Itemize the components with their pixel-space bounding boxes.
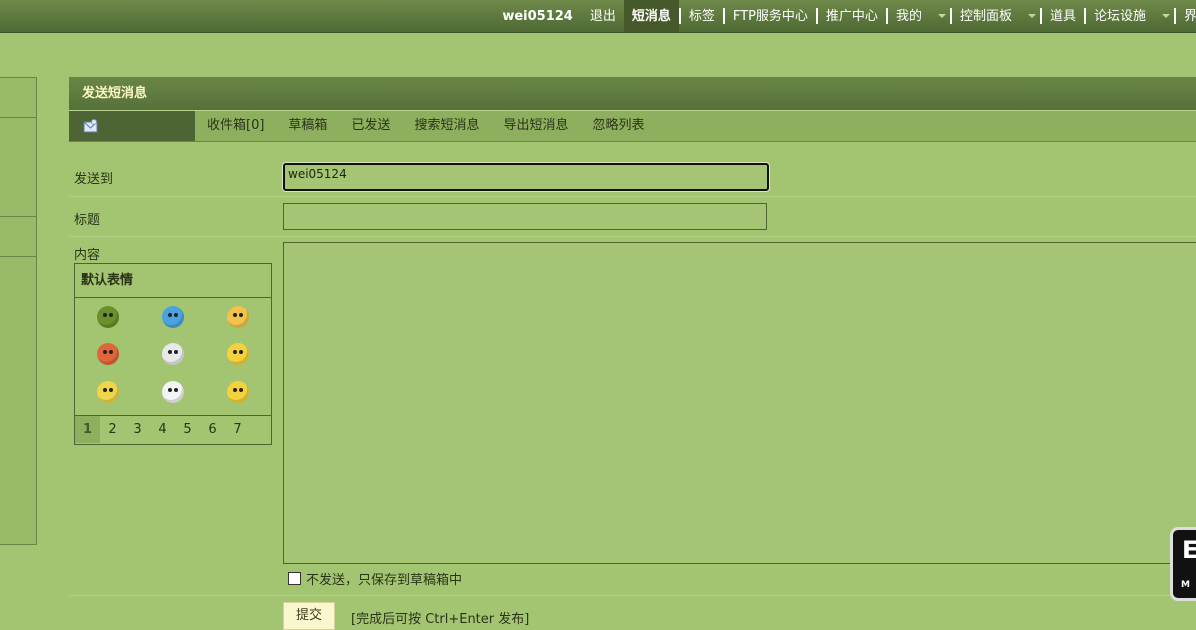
floating-widget[interactable]: E M — [1170, 527, 1196, 601]
floating-widget-letter: E — [1182, 536, 1196, 564]
smiley-panel-title: 默认表情 — [75, 264, 271, 298]
subject-label: 标题 — [74, 213, 101, 228]
content-label: 内容 — [74, 248, 101, 263]
recipient-input[interactable]: wei05124 — [283, 163, 769, 191]
tab-ignore-list[interactable]: 忽略列表 — [580, 111, 656, 141]
thumbs-up-smiley-icon[interactable] — [227, 306, 250, 328]
chevron-down-icon[interactable] — [1162, 14, 1170, 18]
draft-checkbox-row: 不发送，只保存到草稿箱中 — [288, 569, 462, 588]
sidebar-item[interactable] — [0, 217, 36, 257]
panel-title: 发送短消息 — [69, 77, 1196, 110]
smiley-grid — [75, 298, 271, 416]
mine-menu[interactable]: 我的 — [888, 0, 950, 32]
chevron-down-icon[interactable] — [1027, 14, 1036, 18]
messages-link[interactable]: 短消息 — [623, 0, 679, 32]
logout-link[interactable]: 退出 — [582, 0, 624, 32]
message-content-textarea[interactable] — [283, 242, 1196, 564]
submit-hint: [完成后可按 Ctrl+Enter 发布] — [351, 612, 530, 627]
sunglasses-smiley-icon[interactable] — [227, 343, 250, 366]
tags-link[interactable]: 标签 — [681, 0, 723, 32]
forum-settings-menu[interactable]: 论坛设施 — [1086, 0, 1174, 32]
save-draft-label: 不发送，只保存到草稿箱中 — [306, 573, 463, 588]
recipient-row: 发送到 wei05124 — [69, 141, 1196, 197]
top-nav-links: wei05124 退出 短消息 标签 FTP服务中心 推广中心 我的 控制面板 … — [493, 0, 1196, 32]
control-panel-menu[interactable]: 控制面板 — [952, 0, 1040, 32]
envelope-icon — [83, 119, 98, 133]
angry-face-smiley-icon[interactable] — [96, 343, 119, 366]
smiley-page-3[interactable]: 3 — [125, 416, 150, 443]
username-link[interactable]: wei05124 — [493, 9, 582, 24]
tab-export[interactable]: 导出短消息 — [491, 111, 580, 141]
submit-row: 提交 [完成后可按 Ctrl+Enter 发布] — [69, 595, 1196, 630]
smiley-page-2[interactable]: 2 — [100, 416, 125, 443]
smiley-page-1[interactable]: 1 — [75, 416, 100, 443]
recipient-label: 发送到 — [74, 172, 114, 187]
smiley-page-5[interactable]: 5 — [175, 416, 200, 443]
tab-sent[interactable]: 已发送 — [339, 111, 402, 141]
send-message-panel: 发送短消息 收件箱[0] 草稿箱 已发送 搜索短消息 导出短消息 忽略列表 发送… — [69, 77, 1196, 630]
music-note-smiley-icon[interactable] — [161, 306, 184, 328]
mine-link[interactable]: 我的 — [888, 0, 930, 32]
truncated-nav-link[interactable]: 界 — [1176, 0, 1196, 32]
tools-link[interactable]: 道具 — [1042, 0, 1084, 32]
forum-settings-link[interactable]: 论坛设施 — [1086, 0, 1154, 32]
left-sidebar — [0, 77, 37, 545]
smiley-page-4[interactable]: 4 — [150, 416, 175, 443]
ftp-link[interactable]: FTP服务中心 — [725, 0, 816, 32]
subject-row: 标题 — [69, 197, 1196, 237]
chevron-down-icon[interactable] — [937, 14, 946, 18]
control-panel-link[interactable]: 控制面板 — [952, 0, 1020, 32]
tab-search[interactable]: 搜索短消息 — [402, 111, 491, 141]
sidebar-item[interactable] — [0, 78, 36, 118]
save-draft-checkbox[interactable] — [288, 572, 301, 585]
sleepy-face-smiley-icon[interactable] — [227, 380, 250, 403]
subject-input[interactable] — [283, 203, 767, 230]
floating-widget-sub: M — [1181, 580, 1190, 590]
tab-drafts[interactable]: 草稿箱 — [276, 111, 339, 141]
sidebar-item[interactable] — [0, 118, 36, 217]
smiley-page-7[interactable]: 7 — [225, 416, 250, 443]
skull-smiley-icon[interactable] — [161, 343, 184, 366]
top-nav-bar: wei05124 退出 短消息 标签 FTP服务中心 推广中心 我的 控制面板 … — [0, 0, 1196, 33]
soccer-ball-smiley-icon[interactable] — [161, 380, 184, 403]
tab-inbox[interactable]: 收件箱[0] — [195, 111, 276, 141]
message-tabs: 收件箱[0] 草稿箱 已发送 搜索短消息 导出短消息 忽略列表 — [69, 110, 1196, 142]
compose-tab[interactable] — [69, 111, 195, 141]
grumpy-face-smiley-icon[interactable] — [96, 380, 119, 403]
smiley-panel: 默认表情 1234567 — [74, 263, 272, 445]
smiley-pager: 1234567 — [75, 416, 271, 443]
smiley-page-6[interactable]: 6 — [200, 416, 225, 443]
turtle-smiley-icon[interactable] — [96, 306, 119, 328]
promo-link[interactable]: 推广中心 — [818, 0, 886, 32]
